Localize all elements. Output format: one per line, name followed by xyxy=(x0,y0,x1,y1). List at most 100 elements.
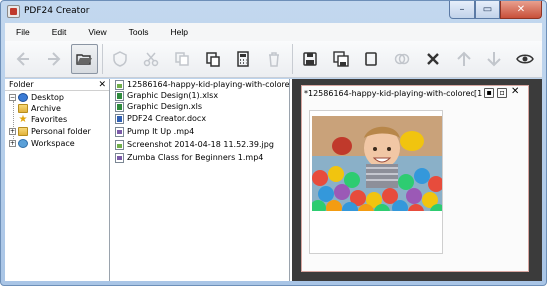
image-file-icon xyxy=(115,139,124,150)
folder-pane: Folder ✕ − Desktop Archive ★ Favorites +… xyxy=(5,79,110,281)
save-multiple-icon xyxy=(332,51,349,67)
shield-icon xyxy=(113,51,127,67)
folder-item-workspace[interactable]: + Workspace xyxy=(9,138,75,149)
x-icon xyxy=(427,53,439,65)
save-button[interactable] xyxy=(296,44,324,74)
back-button[interactable] xyxy=(9,44,37,74)
expand-toggle[interactable]: + xyxy=(9,128,16,135)
preview-photo-kid-in-ball-pit xyxy=(312,116,442,211)
folder-item-favorites[interactable]: ★ Favorites xyxy=(18,114,68,125)
file-item[interactable]: Graphic Design.xls xyxy=(115,101,202,112)
file-list: 12586164-happy-kid-playing-with-colored … xyxy=(112,79,290,281)
file-name: Screenshot 2014-04-18 11.52.39.jpg xyxy=(127,140,274,149)
cut-button[interactable] xyxy=(137,44,165,74)
toolbar-separator xyxy=(102,44,104,74)
copy-button[interactable] xyxy=(168,44,196,74)
move-up-button[interactable] xyxy=(450,44,478,74)
window-controls: – ▭ ✕ xyxy=(449,1,542,20)
maximize-button[interactable]: ▭ xyxy=(475,1,500,19)
arrow-right-icon xyxy=(47,52,61,66)
app-window: PDF24 Creator – ▭ ✕ File Edit View Tools… xyxy=(0,0,547,286)
menu-help[interactable]: Help xyxy=(159,27,198,37)
close-icon[interactable]: ✕ xyxy=(510,87,520,98)
close-button[interactable]: ✕ xyxy=(500,1,542,19)
calculator-icon xyxy=(237,51,250,67)
paste-button[interactable] xyxy=(199,44,227,74)
trash-icon xyxy=(269,52,280,67)
calculator-button[interactable] xyxy=(229,44,257,74)
menu-view[interactable]: View xyxy=(77,27,117,37)
shield-button[interactable] xyxy=(106,44,134,74)
save-all-button[interactable] xyxy=(327,44,355,74)
minimize-button[interactable]: – xyxy=(449,1,475,19)
folder-item-archive[interactable]: Archive xyxy=(18,103,61,114)
file-item[interactable]: Graphic Design(1).xlsx xyxy=(115,90,218,101)
folder-item-label: Personal folder xyxy=(31,127,91,136)
file-item[interactable]: Zumba Class for Beginners 1.mp4 xyxy=(115,152,263,163)
title-bar: PDF24 Creator – ▭ ✕ xyxy=(1,1,546,23)
menu-edit[interactable]: Edit xyxy=(41,27,78,37)
video-file-icon xyxy=(115,126,124,137)
file-name: Pump It Up .mp4 xyxy=(127,127,195,136)
collapse-toggle[interactable]: − xyxy=(9,94,16,101)
file-name: 12586164-happy-kid-playing-with-colored xyxy=(127,80,290,89)
preview-button[interactable] xyxy=(511,44,539,74)
folder-item-label: Archive xyxy=(31,104,61,113)
scissors-icon xyxy=(143,52,159,67)
arrow-down-icon xyxy=(487,52,502,67)
file-name: Zumba Class for Beginners 1.mp4 xyxy=(127,153,264,162)
window-title: PDF24 Creator xyxy=(24,6,90,16)
folder-open-icon xyxy=(76,54,93,65)
image-file-icon xyxy=(115,79,124,90)
expand-toggle[interactable]: + xyxy=(9,140,16,147)
delete-button[interactable] xyxy=(260,44,288,74)
folder-icon xyxy=(18,104,28,113)
document-file-icon xyxy=(115,113,124,124)
preview-title-suffix: [1 xyxy=(474,88,483,98)
menu-file[interactable]: File xyxy=(5,27,41,37)
save-icon xyxy=(303,52,317,66)
merge-icon xyxy=(394,53,410,65)
folder-item-label: Favorites xyxy=(31,115,68,124)
merge-button[interactable] xyxy=(388,44,416,74)
star-icon: ★ xyxy=(18,114,28,125)
toolbar xyxy=(5,41,542,78)
document-page xyxy=(309,110,443,254)
page-button[interactable] xyxy=(357,44,385,74)
page-icon xyxy=(365,52,378,66)
content-area: Folder ✕ − Desktop Archive ★ Favorites +… xyxy=(5,79,542,281)
file-item[interactable]: PDF24 Creator.docx xyxy=(115,113,206,124)
save-icon[interactable]: ▪ xyxy=(484,88,495,98)
open-folder-button[interactable] xyxy=(70,44,99,74)
video-file-icon xyxy=(115,152,124,163)
file-item[interactable]: 12586164-happy-kid-playing-with-colored xyxy=(115,79,290,90)
preview-header: *12586164-happy-kid-playing-with-colored… xyxy=(302,86,530,100)
folder-item-desktop[interactable]: − Desktop xyxy=(9,92,64,103)
remove-button[interactable] xyxy=(419,44,447,74)
file-name: PDF24 Creator.docx xyxy=(127,114,207,123)
minimize-icon: – xyxy=(459,4,465,15)
preview-title: *12586164-happy-kid-playing-with-colored… xyxy=(304,88,474,98)
folder-icon xyxy=(18,127,28,136)
save-multiple-icon[interactable]: ▫ xyxy=(497,88,508,98)
move-down-button[interactable] xyxy=(481,44,509,74)
file-name: Graphic Design(1).xlsx xyxy=(127,91,219,100)
folder-pane-header: Folder ✕ xyxy=(5,79,109,91)
eye-icon xyxy=(516,54,535,64)
copy-icon xyxy=(174,52,189,66)
folder-pane-title: Folder xyxy=(9,80,34,89)
file-item[interactable]: Screenshot 2014-04-18 11.52.39.jpg xyxy=(115,139,274,150)
close-icon: ✕ xyxy=(516,4,526,15)
arrow-up-icon xyxy=(456,51,471,66)
preview-document: *12586164-happy-kid-playing-with-colored… xyxy=(301,85,529,272)
folder-item-label: Workspace xyxy=(31,139,75,148)
maximize-icon: ▭ xyxy=(482,4,493,15)
folder-item-personal-folder[interactable]: + Personal folder xyxy=(9,126,91,137)
pdf24-app-icon xyxy=(7,5,20,18)
paste-icon xyxy=(205,52,220,67)
file-item[interactable]: Pump It Up .mp4 xyxy=(115,126,194,137)
toolbar-separator xyxy=(291,44,293,74)
folder-pane-close-button[interactable]: ✕ xyxy=(98,80,106,90)
menu-tools[interactable]: Tools xyxy=(118,27,160,37)
forward-button[interactable] xyxy=(40,44,68,74)
